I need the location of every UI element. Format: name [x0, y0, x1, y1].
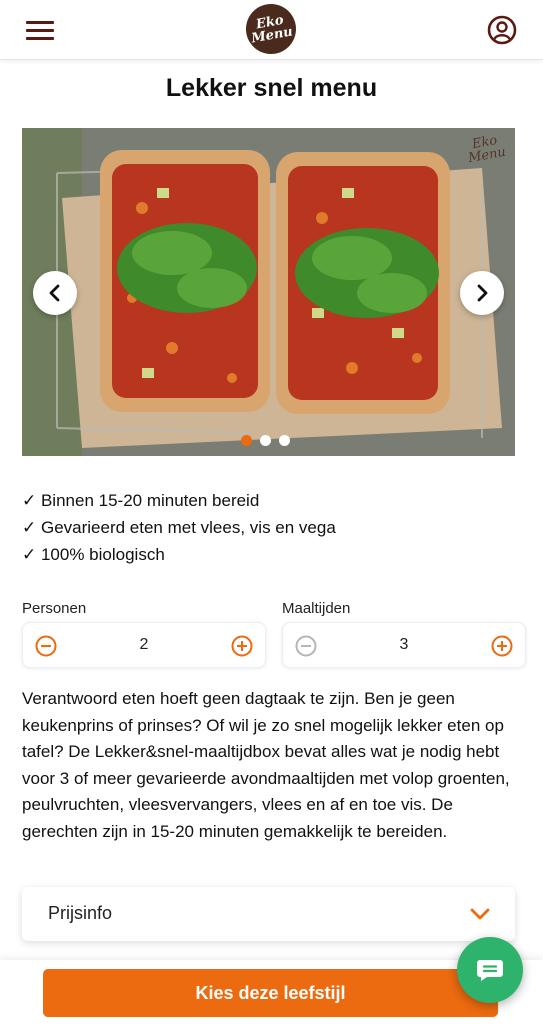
meals-value: 3 [399, 636, 409, 653]
page-title: Lekker snel menu [165, 74, 378, 102]
menu-description: Verantwoord eten hoeft geen dagtaak te z… [22, 689, 510, 841]
persons-value: 2 [139, 636, 149, 653]
carousel-dot-1[interactable] [241, 435, 252, 446]
feature-item: ✓ Gevarieerd eten met vlees, vis en vega [22, 518, 336, 537]
image-carousel[interactable]: Eko Menu [22, 128, 515, 456]
carousel-dot-2[interactable] [260, 435, 271, 446]
persons-stepper: 2 [22, 622, 266, 668]
hamburger-icon[interactable] [26, 19, 54, 41]
logo[interactable]: Eko Menu [242, 0, 300, 58]
feature-item: ✓ Binnen 15-20 minuten bereid [22, 491, 260, 510]
chevron-left-icon [49, 284, 60, 302]
watermark-logo: Eko Menu [465, 133, 507, 166]
feature-item: ✓ 100% biologisch [22, 545, 165, 564]
persons-label: Personen [22, 600, 87, 617]
carousel-dots [241, 435, 290, 446]
plus-circle-icon[interactable] [491, 635, 513, 657]
carousel-prev-button[interactable] [33, 271, 77, 315]
chevron-right-icon [477, 284, 488, 302]
feature-list: ✓ Binnen 15-20 minuten bereid ✓ Gevariee… [22, 487, 336, 568]
meals-label: Maaltijden [282, 600, 351, 617]
pizza-photo [22, 128, 515, 456]
meals-stepper: 3 [282, 622, 526, 668]
carousel-dot-3[interactable] [279, 435, 290, 446]
chat-bubble-icon [477, 960, 503, 981]
price-info-accordion[interactable]: Prijsinfo [22, 887, 515, 941]
user-circle-icon[interactable] [487, 15, 517, 45]
plus-circle-icon[interactable] [231, 635, 253, 657]
chat-button[interactable] [457, 937, 523, 1003]
app-header: Eko Menu [0, 0, 543, 60]
chevron-down-icon [470, 908, 490, 920]
accordion-label: Prijsinfo [48, 903, 113, 923]
carousel-next-button[interactable] [460, 271, 504, 315]
choose-lifestyle-button[interactable]: Kies deze leefstijl [43, 969, 498, 1017]
